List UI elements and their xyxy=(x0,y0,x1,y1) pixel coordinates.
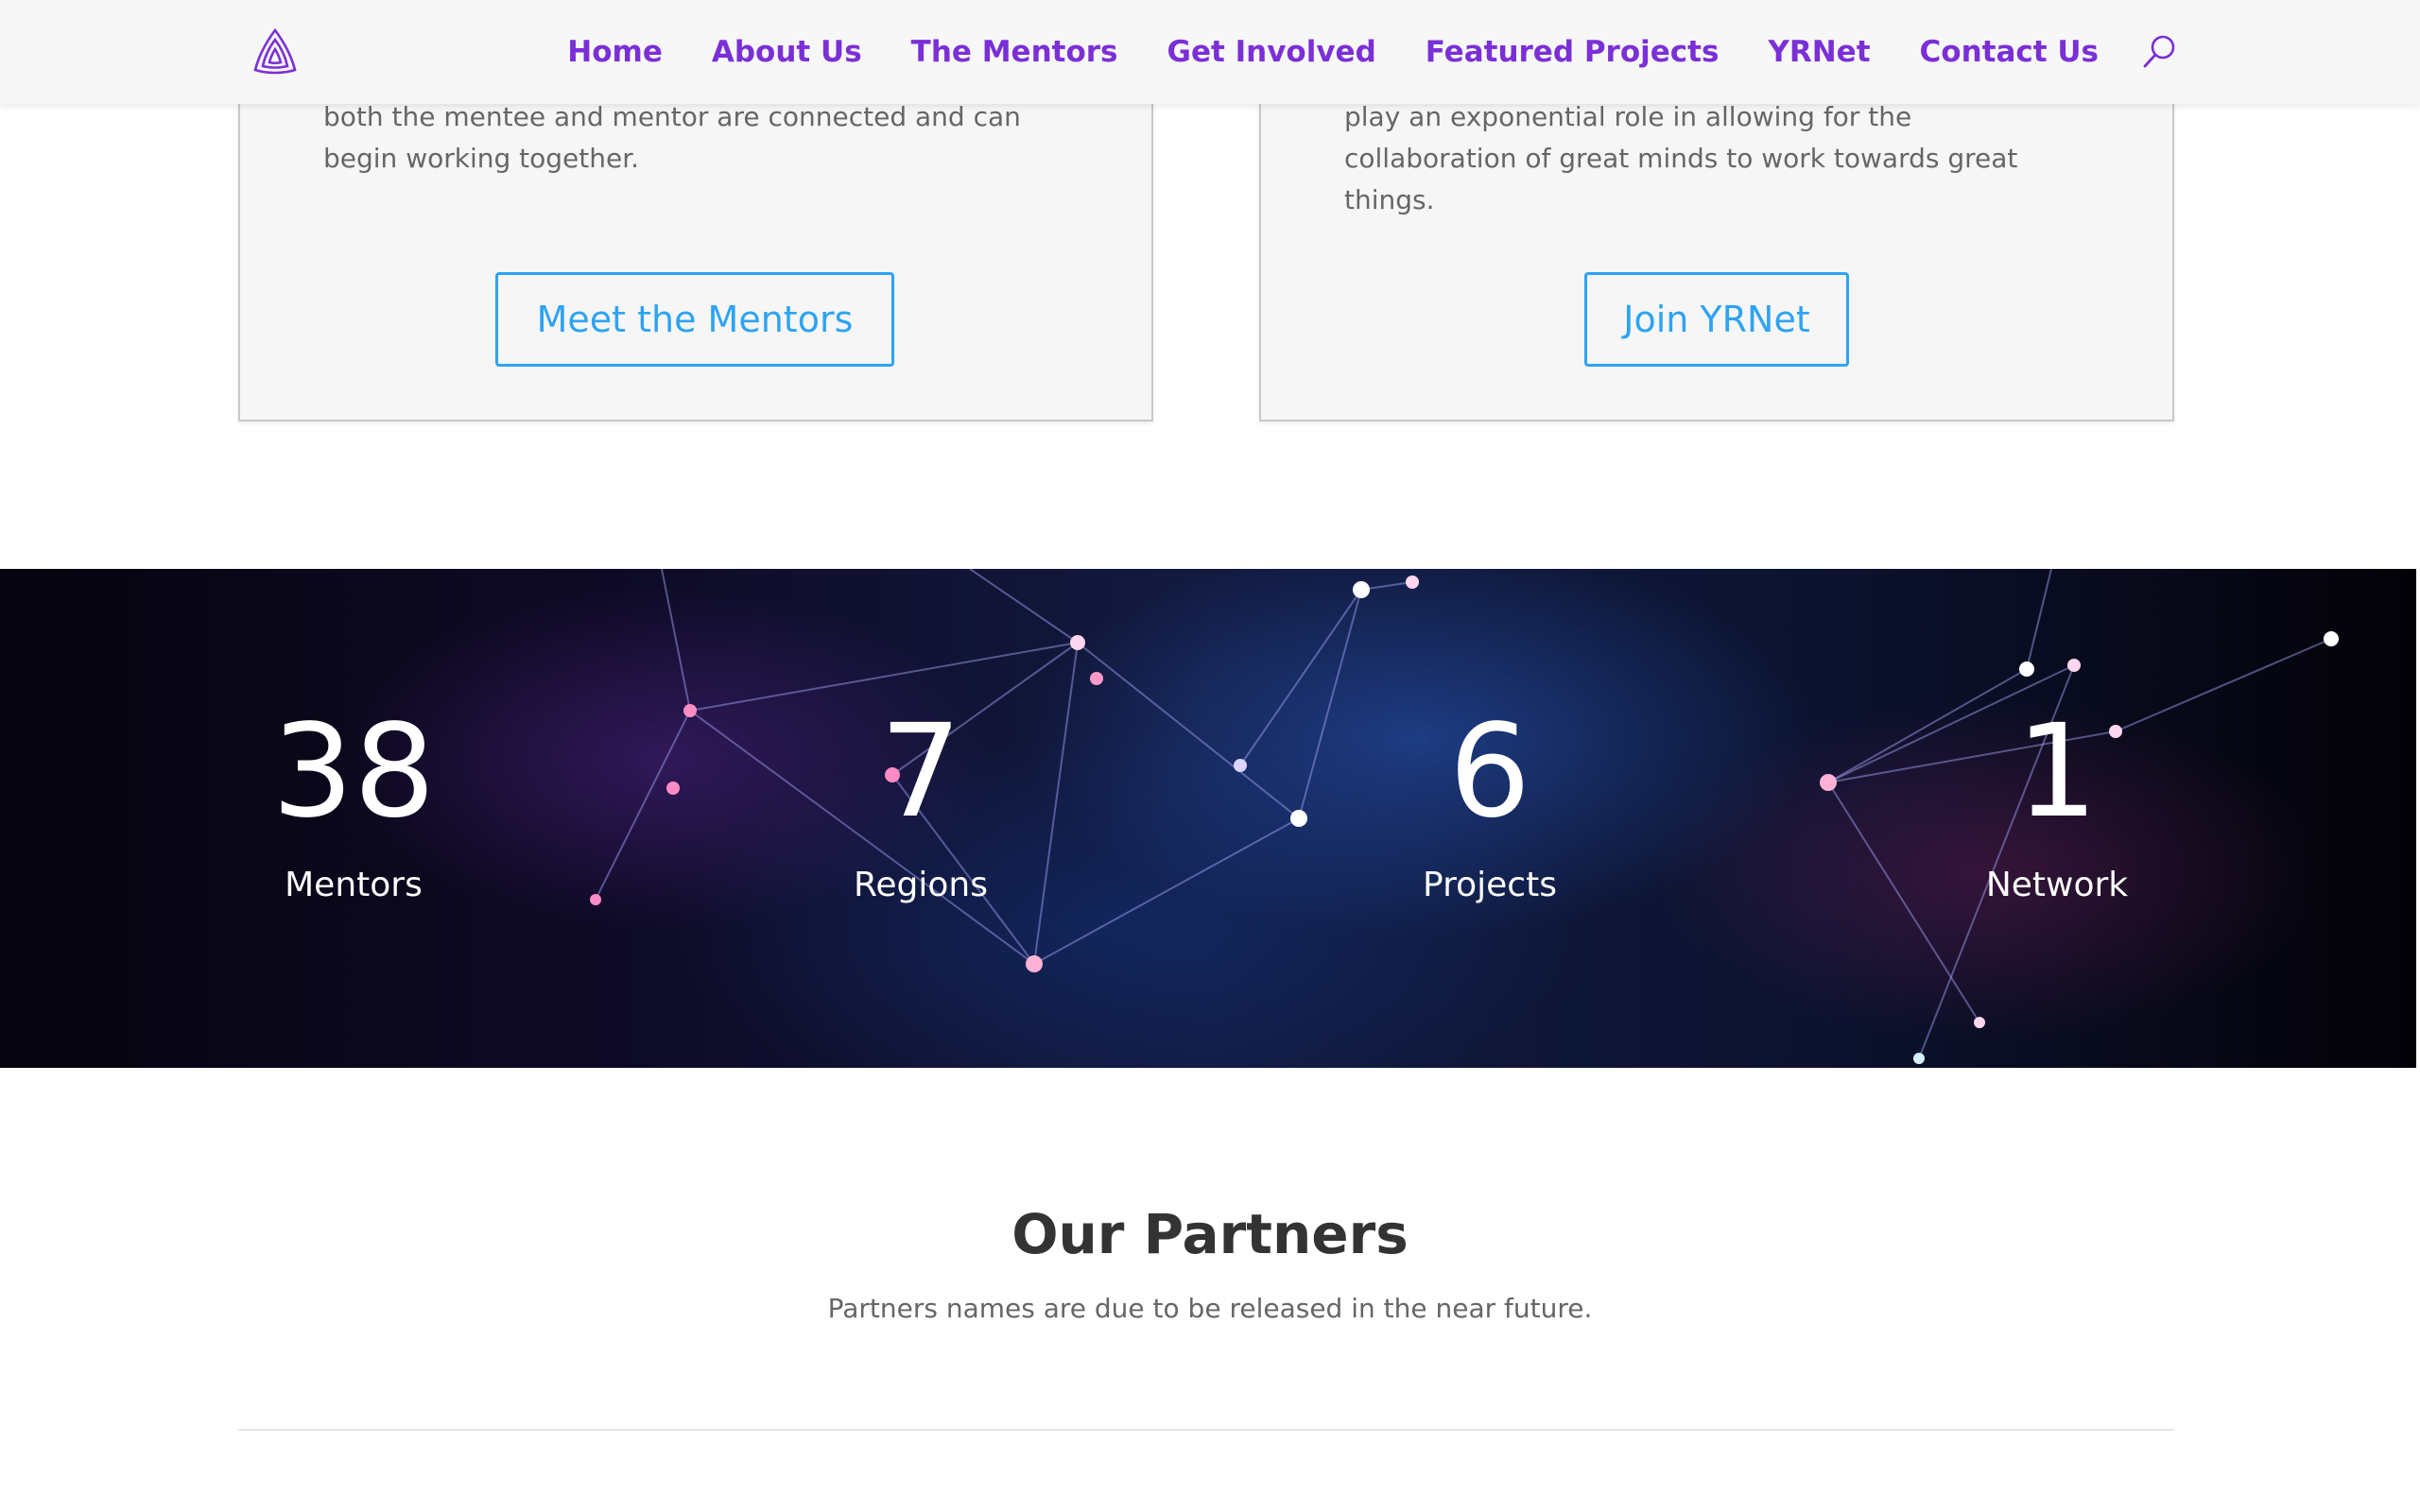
search-icon[interactable] xyxy=(2140,33,2178,71)
nav-featured-projects[interactable]: Featured Projects xyxy=(1426,35,1720,69)
meet-the-mentors-button[interactable]: Meet the Mentors xyxy=(495,272,894,367)
stat-regions-number: 7 xyxy=(879,697,962,847)
partners-subtitle: Partners names are due to be released in… xyxy=(827,1293,1593,1324)
yrnet-card-text: play an exponential role in allowing for… xyxy=(1344,101,2018,215)
nav-contact-us[interactable]: Contact Us xyxy=(1920,35,2099,69)
mentors-card-text: both the mentee and mentor are connected… xyxy=(323,101,1021,174)
mentors-card: both the mentee and mentor are connected… xyxy=(238,57,1153,421)
stat-network-number: 1 xyxy=(2015,697,2099,847)
stat-regions-label: Regions xyxy=(854,866,988,904)
stat-mentors: 38 Mentors xyxy=(164,701,543,904)
stat-mentors-number: 38 xyxy=(271,697,436,847)
join-yrnet-button[interactable]: Join YRNet xyxy=(1584,272,1849,367)
nav-about-us[interactable]: About Us xyxy=(712,35,862,69)
stats-band: 38 Mentors 7 Regions 6 Projects 1 Networ… xyxy=(0,569,2416,1068)
page: Home About Us The Mentors Get Involved F… xyxy=(0,0,2420,1512)
yrnet-card: play an exponential role in allowing for… xyxy=(1259,57,2174,421)
stat-network-label: Network xyxy=(1985,866,2129,904)
section-divider xyxy=(238,1429,2174,1431)
stat-regions: 7 Regions xyxy=(732,701,1110,904)
stat-projects-number: 6 xyxy=(1448,697,1531,847)
main-nav: Home About Us The Mentors Get Involved F… xyxy=(567,0,2420,104)
stat-network: 1 Network xyxy=(1868,701,2246,904)
nav-get-involved[interactable]: Get Involved xyxy=(1167,35,1376,69)
nav-the-mentors[interactable]: The Mentors xyxy=(911,35,1118,69)
nav-yrnet[interactable]: YRNet xyxy=(1768,35,1870,69)
triskele-logo-icon[interactable] xyxy=(250,26,301,77)
stat-mentors-label: Mentors xyxy=(285,866,423,904)
site-header: Home About Us The Mentors Get Involved F… xyxy=(0,0,2420,104)
stat-projects: 6 Projects xyxy=(1301,701,1679,904)
stat-projects-label: Projects xyxy=(1423,866,1557,904)
nav-home[interactable]: Home xyxy=(567,35,663,69)
partners-title: Our Partners xyxy=(1011,1202,1409,1266)
